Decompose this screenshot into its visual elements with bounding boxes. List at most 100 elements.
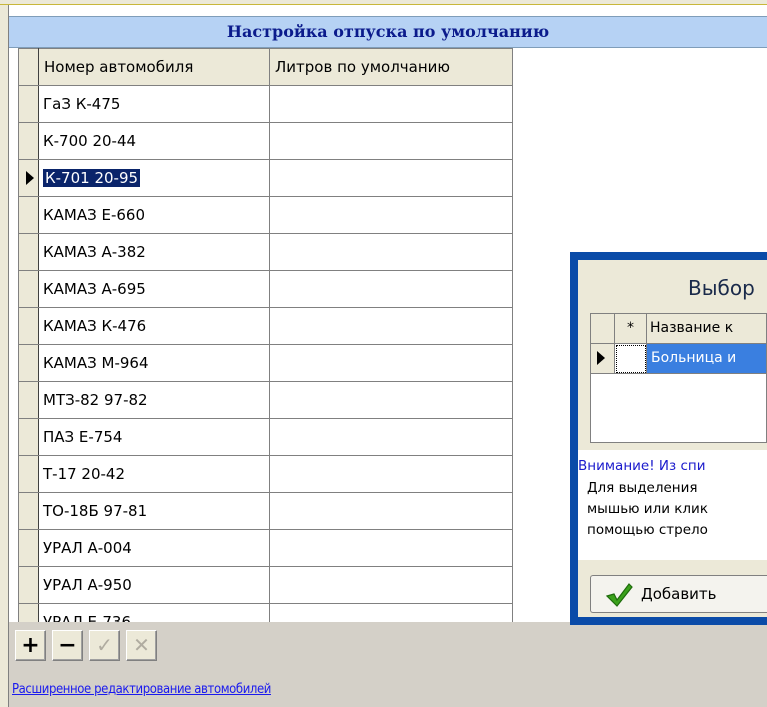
row-selector[interactable] [18, 381, 39, 419]
dialog-row-selector [591, 344, 615, 374]
car-number-text: ГаЗ К-475 [43, 95, 121, 113]
left-border [0, 5, 9, 707]
default-liters-cell[interactable] [269, 233, 513, 271]
default-liters-cell[interactable] [269, 492, 513, 530]
dialog-title: Выбор [688, 276, 755, 300]
row-selector[interactable] [18, 159, 39, 197]
row-selector[interactable] [18, 455, 39, 493]
warning-heading: Внимание! Из спи [578, 458, 706, 474]
cancel-edit-button[interactable]: ✕ [126, 630, 157, 661]
dialog-name-cell[interactable]: Больница и [647, 344, 766, 374]
grid-header-row: Номер автомобиля Литров по умолчанию [18, 48, 513, 86]
table-row[interactable]: УРАЛ А-004 [18, 529, 513, 567]
car-number-cell[interactable]: УРАЛ А-004 [38, 529, 270, 567]
table-row[interactable]: ПАЗ Е-754 [18, 418, 513, 456]
row-selector[interactable] [18, 270, 39, 308]
table-row[interactable]: КАМАЗ К-476 [18, 307, 513, 345]
car-number-cell[interactable]: КАМАЗ К-476 [38, 307, 270, 345]
dialog-column-star[interactable]: * [615, 314, 647, 344]
column-header-default-liters[interactable]: Литров по умолчанию [269, 48, 513, 86]
warning-text-line2: мышью или клик [587, 501, 708, 517]
current-row-arrow-icon [26, 171, 34, 185]
dialog-warning-area: Внимание! Из спи Для выделения мышью или… [578, 450, 767, 560]
default-liters-cell[interactable] [269, 566, 513, 604]
car-number-text: МТЗ-82 97-82 [43, 391, 148, 409]
car-number-cell[interactable]: УРАЛ А-950 [38, 566, 270, 604]
dialog-row-selector-header [591, 314, 615, 344]
column-header-car-number[interactable]: Номер автомобиля [38, 48, 270, 86]
car-number-cell[interactable]: КАМАЗ Е-660 [38, 196, 270, 234]
warning-text-line1: Для выделения [587, 480, 698, 496]
default-liters-cell[interactable] [269, 381, 513, 419]
dialog-check-cell[interactable] [615, 344, 647, 374]
row-selector[interactable] [18, 307, 39, 345]
bottom-toolbar-area: + − ✓ ✕ Расширенное редактирование автом… [9, 622, 767, 707]
row-selector[interactable] [18, 85, 39, 123]
table-row[interactable]: КАМАЗ А-695 [18, 270, 513, 308]
dialog-body: Выбор * Название к Больница и Внимание! … [578, 260, 767, 617]
car-number-cell[interactable]: ГаЗ К-475 [38, 85, 270, 123]
delete-record-button[interactable]: − [52, 630, 83, 661]
car-number-cell[interactable]: МТЗ-82 97-82 [38, 381, 270, 419]
dialog-grid-row[interactable]: Больница и [591, 344, 766, 374]
dialog-column-name[interactable]: Название к [647, 314, 766, 344]
car-number-cell[interactable]: КАМАЗ А-382 [38, 233, 270, 271]
car-number-text: К-701 20-95 [41, 168, 142, 188]
default-liters-cell[interactable] [269, 529, 513, 567]
warning-text-line3: помощью стрело [587, 522, 708, 538]
current-row-arrow-icon [597, 351, 605, 365]
car-number-text: ТО-18Б 97-81 [43, 502, 148, 520]
car-number-text: УРАЛ А-004 [43, 539, 132, 557]
car-number-text: КАМАЗ А-382 [43, 243, 146, 261]
car-number-cell[interactable]: КАМАЗ А-695 [38, 270, 270, 308]
car-number-text: КАМАЗ Е-660 [43, 206, 146, 224]
table-row[interactable]: КАМАЗ А-382 [18, 233, 513, 271]
table-row[interactable]: КАМАЗ М-964 [18, 344, 513, 382]
green-check-icon [605, 583, 633, 607]
add-record-button[interactable]: + [15, 630, 46, 661]
default-liters-cell[interactable] [269, 159, 513, 197]
row-selector[interactable] [18, 122, 39, 160]
extended-edit-cars-link[interactable]: Расширенное редактирование автомобилей [12, 682, 271, 697]
car-number-cell[interactable]: КАМАЗ М-964 [38, 344, 270, 382]
default-liters-cell[interactable] [269, 196, 513, 234]
row-selector[interactable] [18, 233, 39, 271]
cars-grid[interactable]: Номер автомобиля Литров по умолчанию ГаЗ… [18, 48, 513, 641]
dialog-grid[interactable]: * Название к Больница и [590, 313, 767, 443]
default-liters-cell[interactable] [269, 307, 513, 345]
default-liters-cell[interactable] [269, 455, 513, 493]
default-liters-cell[interactable] [269, 344, 513, 382]
row-selector[interactable] [18, 196, 39, 234]
default-liters-cell[interactable] [269, 418, 513, 456]
row-selector[interactable] [18, 492, 39, 530]
car-number-text: ПАЗ Е-754 [43, 428, 123, 446]
table-row[interactable]: Т-17 20-42 [18, 455, 513, 493]
table-row[interactable]: ГаЗ К-475 [18, 85, 513, 123]
dialog-add-button[interactable]: Добавить [590, 575, 767, 613]
car-number-cell[interactable]: ПАЗ Е-754 [38, 418, 270, 456]
car-number-text: КАМАЗ А-695 [43, 280, 146, 298]
table-row[interactable]: ТО-18Б 97-81 [18, 492, 513, 530]
car-number-text: К-700 20-44 [43, 132, 137, 150]
post-edit-button[interactable]: ✓ [89, 630, 120, 661]
table-row[interactable]: КАМАЗ Е-660 [18, 196, 513, 234]
default-liters-cell[interactable] [269, 85, 513, 123]
row-selector[interactable] [18, 418, 39, 456]
dialog-add-button-label: Добавить [641, 585, 717, 603]
table-row[interactable]: К-701 20-95 [18, 159, 513, 197]
car-number-text: УРАЛ А-950 [43, 576, 132, 594]
car-number-cell[interactable]: ТО-18Б 97-81 [38, 492, 270, 530]
default-liters-cell[interactable] [269, 270, 513, 308]
selection-dialog: Выбор * Название к Больница и Внимание! … [570, 252, 767, 625]
table-row[interactable]: К-700 20-44 [18, 122, 513, 160]
dialog-grid-header: * Название к [591, 314, 766, 344]
table-row[interactable]: УРАЛ А-950 [18, 566, 513, 604]
row-selector[interactable] [18, 344, 39, 382]
table-row[interactable]: МТЗ-82 97-82 [18, 381, 513, 419]
row-selector[interactable] [18, 529, 39, 567]
row-selector[interactable] [18, 566, 39, 604]
car-number-cell[interactable]: К-700 20-44 [38, 122, 270, 160]
default-liters-cell[interactable] [269, 122, 513, 160]
car-number-cell[interactable]: Т-17 20-42 [38, 455, 270, 493]
car-number-cell[interactable]: К-701 20-95 [38, 159, 270, 197]
